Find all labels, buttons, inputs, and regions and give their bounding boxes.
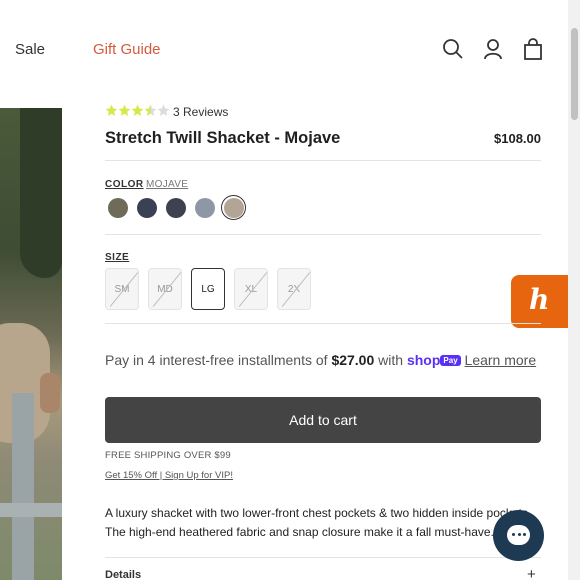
star-full-icon	[105, 104, 118, 116]
divider	[105, 160, 541, 161]
color-swatch-mojave[interactable]	[224, 198, 244, 218]
size-option-lg[interactable]: LG	[191, 268, 225, 310]
shop-pay-logo: shop	[406, 352, 441, 368]
divider	[105, 234, 541, 235]
size-label: SIZE	[105, 252, 130, 263]
product-price: $108.00	[494, 131, 541, 146]
color-label: COLOR	[105, 179, 144, 190]
vip-signup-link[interactable]: Get 15% Off | Sign Up for VIP!	[105, 470, 233, 481]
honey-logo-icon: h	[529, 283, 550, 316]
product-title: Stretch Twill Shacket - Mojave	[105, 129, 341, 147]
star-full-icon	[118, 104, 131, 116]
star-half-icon	[144, 104, 157, 116]
chat-widget-button[interactable]	[493, 510, 544, 561]
color-swatch[interactable]	[108, 198, 128, 218]
size-option-2x[interactable]: 2X	[277, 268, 311, 310]
add-to-cart-button[interactable]: Add to cart	[105, 397, 541, 443]
size-option-xl[interactable]: XL	[234, 268, 268, 310]
divider	[105, 323, 541, 324]
star-full-icon	[131, 104, 144, 116]
search-icon[interactable]	[442, 38, 464, 60]
rating-stars[interactable]	[105, 104, 170, 120]
reviews-link[interactable]: 3 Reviews	[173, 105, 228, 119]
color-swatch[interactable]	[166, 198, 186, 218]
scrollbar-thumb[interactable]	[571, 28, 578, 120]
top-navigation: Sale Gift Guide	[0, 0, 568, 100]
product-description: A luxury shacket with two lower-front ch…	[105, 506, 532, 539]
honey-extension-button[interactable]: h	[511, 275, 568, 328]
details-accordion-label[interactable]: Details	[105, 569, 141, 580]
color-swatch[interactable]	[137, 198, 157, 218]
selected-color: MOJAVE	[146, 179, 189, 190]
divider	[105, 557, 541, 558]
color-swatch[interactable]	[195, 198, 215, 218]
size-option-md[interactable]: MD	[148, 268, 182, 310]
nav-link-sale[interactable]: Sale	[15, 41, 45, 58]
free-shipping-note: FREE SHIPPING OVER $99	[105, 450, 231, 461]
shop-pay-installments: Pay in 4 interest-free installments of $…	[105, 352, 537, 368]
nav-link-gift-guide[interactable]: Gift Guide	[93, 41, 161, 58]
shop-pay-badge: Pay	[440, 355, 461, 366]
size-option-sm[interactable]: SM	[105, 268, 139, 310]
product-image[interactable]	[0, 108, 62, 580]
star-empty-icon	[157, 104, 170, 116]
cart-bag-icon[interactable]	[522, 38, 544, 60]
account-icon[interactable]	[482, 38, 504, 60]
learn-more-link[interactable]: Learn more	[465, 352, 537, 368]
expand-plus-icon[interactable]: +	[527, 566, 536, 580]
